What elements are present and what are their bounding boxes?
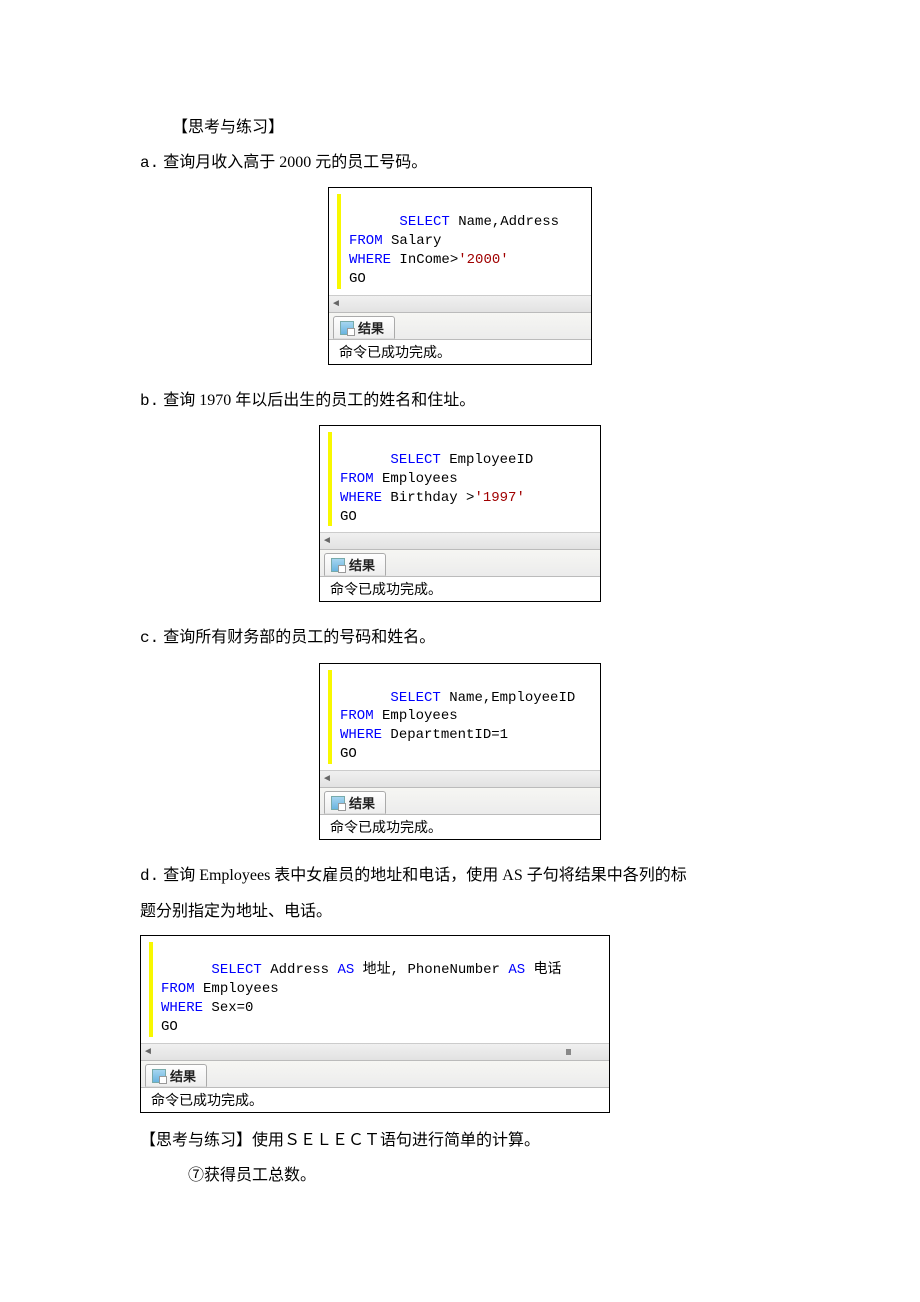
results-tab-label: 结果 — [349, 558, 375, 573]
sql-keyword: SELECT — [399, 214, 449, 230]
sql-keyword: FROM — [340, 708, 374, 724]
scroll-left-icon[interactable]: ◄ — [322, 773, 332, 784]
sql-text: 地址, PhoneNumber — [354, 962, 508, 978]
result-tab-row: 结果 — [320, 787, 600, 814]
item-d-text-line1: d. 查询 Employees 表中女雇员的地址和电话，使用 AS 子句将结果中… — [140, 858, 780, 894]
status-message: 命令已成功完成。 — [320, 576, 600, 601]
item-c-prefix: c. — [140, 629, 159, 647]
results-tab-icon — [331, 558, 345, 572]
sql-text: 电话 — [525, 962, 561, 978]
results-tab[interactable]: 结果 — [145, 1064, 207, 1087]
sql-text: Name,EmployeeID — [441, 690, 575, 706]
sql-code-a[interactable]: SELECT Name,Address FROM Salary WHERE In… — [329, 188, 591, 294]
sql-panel-b: SELECT EmployeeID FROM Employees WHERE B… — [319, 425, 601, 602]
sql-text: Name,Address — [450, 214, 559, 230]
item-d-desc1: 查询 Employees 表中女雇员的地址和电话，使用 AS 子句将结果中各列的… — [159, 867, 687, 884]
horizontal-scrollbar[interactable]: ◄ — [141, 1043, 609, 1060]
item-b-prefix: b. — [140, 392, 159, 410]
sql-panel-d: SELECT Address AS 地址, PhoneNumber AS 电话 … — [140, 935, 610, 1112]
sql-keyword: FROM — [340, 471, 374, 487]
sql-keyword: FROM — [161, 981, 195, 997]
sql-keyword: WHERE — [340, 490, 382, 506]
scroll-left-icon[interactable]: ◄ — [331, 298, 341, 309]
sql-text: EmployeeID — [441, 452, 533, 468]
result-tab-row: 结果 — [320, 549, 600, 576]
results-tab-icon — [340, 321, 354, 335]
item-d-prefix: d. — [140, 867, 159, 885]
sql-keyword: SELECT — [211, 962, 261, 978]
item-7-text: ⑦获得员工总数。 — [140, 1158, 780, 1193]
sql-text: GO — [161, 1019, 178, 1035]
horizontal-scrollbar[interactable]: ◄ — [320, 532, 600, 549]
results-tab-label: 结果 — [170, 1069, 196, 1084]
sql-text: DepartmentID=1 — [382, 727, 508, 743]
sql-text: GO — [349, 271, 366, 287]
results-tab-label: 结果 — [349, 796, 375, 811]
sql-string: '1997' — [474, 490, 524, 506]
sql-text: Address — [262, 962, 338, 978]
item-a-prefix: a. — [140, 154, 159, 172]
sql-keyword: WHERE — [340, 727, 382, 743]
section-heading-1: 【思考与练习】 — [140, 110, 780, 145]
sql-string: '2000' — [458, 252, 508, 268]
item-b-desc: 查询 1970 年以后出生的员工的姓名和住址。 — [159, 392, 475, 409]
sql-text: Employees — [374, 471, 458, 487]
sql-keyword: SELECT — [390, 452, 440, 468]
scroll-thumb[interactable] — [566, 1049, 571, 1055]
section-heading-2: 【思考与练习】使用ＳＥＬＥＣＴ语句进行简单的计算。 — [140, 1123, 780, 1158]
horizontal-scrollbar[interactable]: ◄ — [329, 295, 591, 312]
sql-keyword: AS — [337, 962, 354, 978]
sql-text: GO — [340, 509, 357, 525]
sql-text: GO — [340, 746, 357, 762]
horizontal-scrollbar[interactable]: ◄ — [320, 770, 600, 787]
sql-code-d[interactable]: SELECT Address AS 地址, PhoneNumber AS 电话 … — [141, 936, 609, 1042]
sql-text: Birthday > — [382, 490, 474, 506]
result-tab-row: 结果 — [141, 1060, 609, 1087]
item-d-text-line2: 题分别指定为地址、电话。 — [140, 894, 780, 929]
sql-keyword: AS — [508, 962, 525, 978]
sql-text: Employees — [195, 981, 279, 997]
sql-keyword: WHERE — [161, 1000, 203, 1016]
results-tab[interactable]: 结果 — [333, 316, 395, 339]
result-tab-row: 结果 — [329, 312, 591, 339]
status-message: 命令已成功完成。 — [320, 814, 600, 839]
sql-code-b[interactable]: SELECT EmployeeID FROM Employees WHERE B… — [320, 426, 600, 532]
sql-panel-c: SELECT Name,EmployeeID FROM Employees WH… — [319, 663, 601, 840]
scroll-left-icon[interactable]: ◄ — [143, 1046, 153, 1057]
results-tab[interactable]: 结果 — [324, 553, 386, 576]
change-marker-bar — [149, 942, 153, 1036]
scroll-left-icon[interactable]: ◄ — [322, 535, 332, 546]
item-a-text: a. 查询月收入高于 2000 元的员工号码。 — [140, 145, 780, 181]
sql-keyword: FROM — [349, 233, 383, 249]
item-a-desc: 查询月收入高于 2000 元的员工号码。 — [159, 154, 427, 171]
status-message: 命令已成功完成。 — [141, 1087, 609, 1112]
change-marker-bar — [328, 670, 332, 764]
change-marker-bar — [328, 432, 332, 526]
item-c-text: c. 查询所有财务部的员工的号码和姓名。 — [140, 620, 780, 656]
item-b-text: b. 查询 1970 年以后出生的员工的姓名和住址。 — [140, 383, 780, 419]
sql-text: Employees — [374, 708, 458, 724]
status-message: 命令已成功完成。 — [329, 339, 591, 364]
results-tab-icon — [152, 1069, 166, 1083]
sql-keyword: WHERE — [349, 252, 391, 268]
sql-panel-a: SELECT Name,Address FROM Salary WHERE In… — [328, 187, 592, 364]
sql-text: Salary — [383, 233, 442, 249]
sql-code-c[interactable]: SELECT Name,EmployeeID FROM Employees WH… — [320, 664, 600, 770]
sql-text: InCome> — [391, 252, 458, 268]
results-tab-icon — [331, 796, 345, 810]
sql-text: Sex=0 — [203, 1000, 253, 1016]
sql-keyword: SELECT — [390, 690, 440, 706]
results-tab[interactable]: 结果 — [324, 791, 386, 814]
item-c-desc: 查询所有财务部的员工的号码和姓名。 — [159, 629, 435, 646]
change-marker-bar — [337, 194, 341, 288]
results-tab-label: 结果 — [358, 321, 384, 336]
